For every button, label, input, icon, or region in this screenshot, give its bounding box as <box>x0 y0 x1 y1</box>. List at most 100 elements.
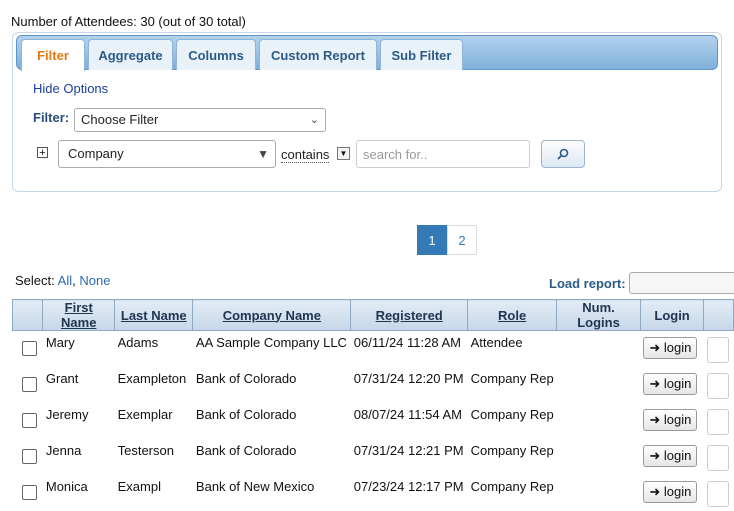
row-checkbox[interactable] <box>21 412 37 428</box>
tab-aggregate[interactable]: Aggregate <box>88 39 173 70</box>
company-name-cell: Bank of Colorado <box>195 370 297 386</box>
row-select-cell <box>13 367 43 403</box>
row-action-button[interactable] <box>706 337 729 363</box>
attendee-table: First Name Last Name Company Name Regist… <box>11 299 734 511</box>
first-name-header[interactable]: First Name <box>42 299 116 331</box>
last-name-header[interactable]: Last Name <box>114 299 194 331</box>
role-cell: Company Rep <box>470 406 554 422</box>
row-action-button[interactable] <box>706 372 729 399</box>
table-row: Jenna Testerson Bank of Colorado 07/31/24 1… <box>13 439 734 475</box>
row-action-button[interactable] <box>706 408 729 435</box>
num-logins-header: Num. Logins <box>556 299 641 331</box>
page-2[interactable]: 2 <box>447 225 477 255</box>
registered-header[interactable]: Registered <box>350 299 469 331</box>
login-button[interactable]: ➜ login <box>643 337 698 359</box>
extra-column-header <box>703 299 734 331</box>
row-checkbox[interactable] <box>21 448 37 464</box>
select-links: Select: All, None <box>15 273 111 288</box>
pagination: 1 2 <box>417 225 477 255</box>
first-name-cell: Monica <box>45 478 88 494</box>
num-logins-cell <box>557 439 641 475</box>
company-name-cell: Bank of Colorado <box>195 406 297 422</box>
tab-filter[interactable]: Filter <box>21 39 85 71</box>
login-icon: ➜ <box>649 483 661 499</box>
registered-cell: 07/31/24 12:21 PM <box>353 442 464 458</box>
login-button-label: login <box>663 375 692 391</box>
row-checkbox[interactable] <box>21 341 37 356</box>
page-1[interactable]: 1 <box>417 225 447 255</box>
login-icon: ➜ <box>649 340 661 355</box>
search-icon <box>557 148 569 160</box>
table-header: First Name Last Name Company Name Regist… <box>11 299 734 331</box>
login-button-label: login <box>663 340 692 355</box>
field-select-value: Company <box>68 146 124 161</box>
login-button[interactable]: ➜ login <box>643 372 698 395</box>
registered-cell: 06/11/24 11:28 AM <box>353 335 461 350</box>
hide-options-link[interactable]: Hide Options <box>33 81 108 96</box>
extra-cell <box>704 331 734 367</box>
tab-sub-filter[interactable]: Sub Filter <box>380 39 463 70</box>
num-logins-cell <box>557 331 641 367</box>
caret-down-icon: ▼ <box>257 147 269 161</box>
extra-cell <box>704 439 734 475</box>
role-cell: Attendee <box>470 335 523 350</box>
login-button[interactable]: ➜ login <box>643 408 698 431</box>
extra-cell <box>704 475 734 511</box>
row-action-button[interactable] <box>706 480 729 507</box>
select-all-link[interactable]: All <box>58 273 72 288</box>
company-name-cell: Bank of Colorado <box>195 442 297 458</box>
extra-cell <box>704 367 734 403</box>
row-select-cell <box>13 439 43 475</box>
operator-dropdown-icon[interactable]: ▼ <box>337 147 350 160</box>
company-name-cell: AA Sample Company LLC <box>195 335 347 350</box>
login-cell: ➜ login <box>640 367 703 403</box>
chevron-down-icon: ⌄ <box>309 114 319 126</box>
company-name-cell: Bank of New Mexico <box>195 478 315 494</box>
role-header[interactable]: Role <box>467 299 558 331</box>
tab-custom-report[interactable]: Custom Report <box>259 39 377 70</box>
last-name-cell: Testerson <box>117 442 174 458</box>
filter-label: Filter: <box>33 110 70 125</box>
registered-cell: 08/07/24 11:54 AM <box>353 406 462 422</box>
choose-filter-value: Choose Filter <box>81 112 159 127</box>
num-logins-cell <box>557 403 641 439</box>
row-checkbox[interactable] <box>21 484 37 500</box>
role-cell: Company Rep <box>470 478 554 494</box>
load-report-label: Load report: <box>549 276 626 291</box>
login-cell: ➜ login <box>640 403 703 439</box>
tab-columns[interactable]: Columns <box>176 39 256 70</box>
search-button[interactable] <box>541 140 585 168</box>
company-name-header[interactable]: Company Name <box>192 299 352 331</box>
choose-filter-select[interactable]: Choose Filter ⌄ <box>74 108 326 132</box>
login-button-label: login <box>663 411 692 427</box>
load-report-select[interactable] <box>629 272 734 294</box>
role-cell: Company Rep <box>470 370 554 386</box>
first-name-cell: Jenna <box>45 442 82 458</box>
login-header: Login <box>639 299 705 331</box>
role-cell: Company Rep <box>470 442 554 458</box>
row-checkbox[interactable] <box>21 376 37 392</box>
last-name-cell: Exampl <box>117 478 161 494</box>
login-cell: ➜ login <box>640 439 703 475</box>
row-action-button[interactable] <box>706 444 729 471</box>
table-row: Monica Exampl Bank of New Mexico 07/23/24 1… <box>13 475 734 511</box>
login-button-label: login <box>663 483 692 499</box>
num-logins-cell <box>557 367 641 403</box>
tab-bar: Filter Aggregate Columns Custom Report S… <box>16 35 718 71</box>
login-button[interactable]: ➜ login <box>643 480 698 503</box>
login-icon: ➜ <box>649 411 661 427</box>
first-name-cell: Grant <box>45 370 79 386</box>
field-select[interactable]: Company ▼ <box>58 140 276 168</box>
last-name-cell: Exampleton <box>117 370 187 386</box>
table-row: Mary Adams AA Sample Company LLC 06/11/24 1… <box>13 331 734 367</box>
table-row: Grant Exampleton Bank of Colorado 07/31/24 … <box>13 367 734 403</box>
operator-label[interactable]: contains <box>281 147 330 163</box>
select-none-link[interactable]: None <box>79 273 110 288</box>
login-button-label: login <box>663 447 692 463</box>
login-button[interactable]: ➜ login <box>643 444 698 467</box>
attendee-count: Number of Attendees: 30 (out of 30 total… <box>11 14 246 29</box>
registered-cell: 07/23/24 12:17 PM <box>353 478 464 494</box>
registered-cell: 07/31/24 12:20 PM <box>353 370 464 386</box>
add-condition-icon[interactable]: + <box>37 147 48 159</box>
search-input[interactable] <box>356 140 530 168</box>
